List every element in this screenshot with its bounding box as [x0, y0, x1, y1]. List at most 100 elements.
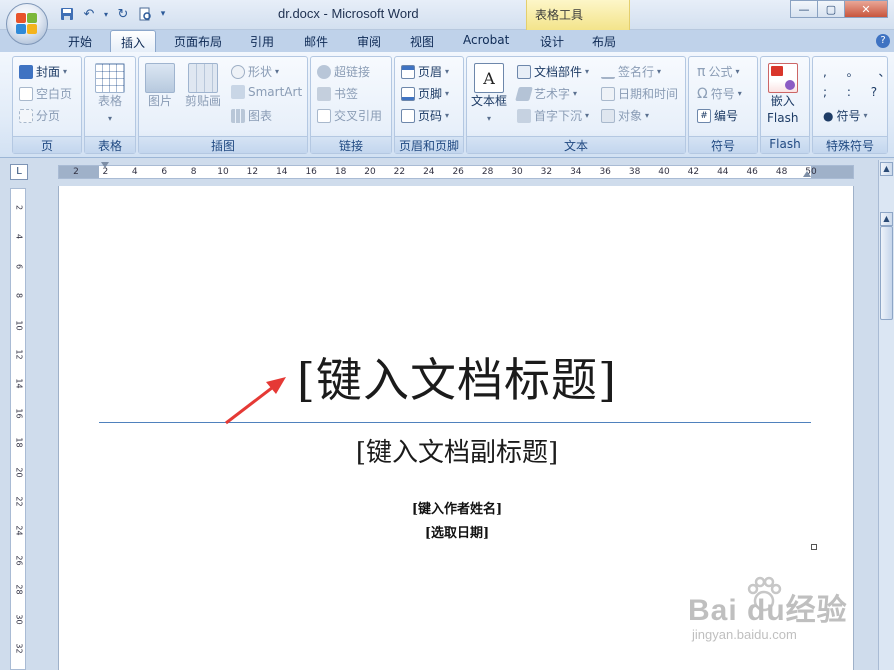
watermark-site-text: jingyan.baidu.com [692, 627, 797, 642]
group-label-pages: 页 [13, 136, 81, 153]
tab-view[interactable]: 视图 [410, 33, 434, 50]
clipart-icon [188, 63, 218, 93]
right-margin-shade [811, 166, 853, 178]
numbering-button[interactable]: # 编号 [697, 107, 738, 124]
scroll-up-arrow-icon[interactable]: ▲ [880, 212, 893, 226]
vertical-ruler-tick-label: 14 [14, 378, 24, 389]
scrollbar-thumb[interactable] [880, 226, 893, 320]
smartart-label: SmartArt [248, 85, 303, 99]
object-button[interactable]: 对象 ▾ [601, 107, 649, 124]
print-preview-icon[interactable] [136, 5, 154, 23]
vertical-ruler[interactable]: 246810121416182022242628303234 [10, 188, 26, 670]
ruler-tick-label: 38 [628, 167, 641, 177]
undo-dropdown-icon[interactable]: ▾ [102, 5, 110, 23]
shapes-button[interactable]: 形状 ▾ [231, 63, 279, 80]
footer-label: 页脚 [418, 87, 443, 101]
page-number-button[interactable]: 页码 ▾ [401, 107, 449, 124]
tab-home[interactable]: 开始 [68, 33, 92, 50]
drop-cap-button[interactable]: 首字下沉 ▾ [517, 107, 589, 124]
tab-review[interactable]: 审阅 [357, 33, 381, 50]
special-chars-row2[interactable]: ; : ? [823, 85, 885, 99]
vertical-scrollbar[interactable]: ▲ ▲ [878, 160, 894, 670]
object-label: 对象 [618, 109, 643, 123]
ribbon-tab-row: 开始 插入 页面布局 引用 邮件 审阅 视图 Acrobat 设计 布局 ? [0, 30, 894, 53]
shapes-icon [231, 64, 245, 79]
table-icon [95, 63, 125, 93]
group-label-text: 文本 [467, 136, 685, 153]
resize-handle[interactable] [811, 544, 817, 550]
bookmark-label: 书签 [334, 87, 359, 101]
page-break-button[interactable]: 分页 [19, 107, 60, 124]
group-label-tables: 表格 [85, 136, 135, 153]
picture-button[interactable]: 图片 [145, 63, 175, 110]
vertical-ruler-tick-label: 6 [14, 263, 24, 269]
save-icon[interactable] [58, 5, 76, 23]
author-name-placeholder[interactable]: [键入作者姓名] [59, 498, 855, 517]
embed-flash-button[interactable]: 嵌入 Flash [767, 63, 798, 127]
symbol-button[interactable]: Ω 符号 ▾ [697, 85, 742, 102]
smartart-button[interactable]: SmartArt [231, 85, 302, 99]
tab-selector-button[interactable]: L [10, 164, 28, 180]
textbox-dropdown-icon: ▾ [487, 114, 492, 123]
customize-toolbar-icon[interactable]: ▾ [158, 5, 168, 23]
pi-icon: π [697, 63, 706, 80]
vertical-ruler-tick-label: 32 [14, 643, 24, 654]
cover-page-button[interactable]: 封面 ▾ [19, 63, 67, 80]
footer-button[interactable]: 页脚 ▾ [401, 85, 449, 102]
ruler-tick-label: 22 [393, 167, 406, 177]
close-button[interactable]: ✕ [844, 0, 888, 18]
tab-insert[interactable]: 插入 [110, 30, 157, 53]
equation-button[interactable]: π 公式 ▾ [697, 63, 739, 80]
textbox-button[interactable]: A 文本框 ▾ [471, 63, 507, 127]
ruler-tick-label: 8 [190, 167, 197, 177]
signature-line-icon [601, 65, 615, 79]
tab-references[interactable]: 引用 [250, 33, 274, 50]
document-subtitle-placeholder[interactable]: [键入文档副标题] [59, 432, 855, 469]
title-divider-line [99, 422, 811, 423]
quick-parts-button[interactable]: 文档部件 ▾ [517, 63, 589, 80]
date-time-button[interactable]: 日期和时间 [601, 85, 678, 102]
cross-reference-label: 交叉引用 [334, 109, 383, 123]
cross-reference-button[interactable]: 交叉引用 [317, 107, 382, 124]
date-picker-placeholder[interactable]: [选取日期] [59, 522, 855, 541]
tab-page-layout[interactable]: 页面布局 [174, 33, 222, 50]
group-symbols: π 公式 ▾ Ω 符号 ▾ # 编号 符号 [688, 56, 758, 154]
group-label-flash: Flash [761, 136, 809, 153]
tab-design[interactable]: 设计 [540, 33, 564, 50]
wordart-button[interactable]: 艺术字 ▾ [515, 85, 577, 102]
chart-button[interactable]: 图表 [231, 107, 272, 124]
special-symbol-button[interactable]: ● 符号 ▾ [823, 107, 868, 124]
vertical-ruler-tick-label: 26 [14, 555, 24, 566]
special-chars-row1[interactable]: , 。 、 [823, 63, 894, 80]
numbering-icon: # [697, 108, 711, 123]
help-icon[interactable]: ? [876, 34, 890, 48]
header-button[interactable]: 页眉 ▾ [401, 63, 449, 80]
window-title: dr.docx - Microsoft Word [278, 6, 419, 21]
bullet-icon: ● [823, 108, 834, 123]
tab-layout[interactable]: 布局 [592, 33, 616, 50]
group-special-symbols: , 。 、 ; : ? ● 符号 ▾ 特殊符号 [812, 56, 890, 154]
clipart-button[interactable]: 剪贴画 [185, 63, 221, 110]
tab-mailings[interactable]: 邮件 [304, 33, 328, 50]
ruler-tick-label: 26 [452, 167, 464, 177]
redo-icon[interactable]: ↻ [114, 5, 132, 23]
document-title-placeholder[interactable]: [键入文档标题] [59, 344, 855, 410]
chart-icon [231, 108, 245, 123]
group-pages: 封面 ▾ 空白页 分页 页 [12, 56, 82, 154]
horizontal-ruler[interactable]: 2 2 4 6 8 10 12 14 16 18 20 22 24 26 28 30 32 34 36 38 40 42 4… [58, 162, 854, 179]
undo-icon[interactable]: ↶ [80, 5, 98, 23]
office-button[interactable] [6, 3, 48, 45]
maximize-button[interactable]: ▢ [817, 0, 845, 18]
indent-marker-icon[interactable] [101, 162, 109, 168]
tab-acrobat[interactable]: Acrobat [463, 33, 509, 47]
minimize-button[interactable]: — [790, 0, 818, 18]
ruler-tick-label: 32 [540, 167, 553, 177]
table-button[interactable]: 表格 ▾ [95, 63, 125, 127]
scroll-up-icon[interactable]: ▲ [880, 162, 893, 176]
signature-line-button[interactable]: 签名行 ▾ [601, 63, 661, 80]
hyperlink-button[interactable]: 超链接 [317, 63, 370, 80]
bookmark-button[interactable]: 书签 [317, 85, 358, 102]
blank-page-button[interactable]: 空白页 [19, 85, 72, 102]
cover-page-label: 封面 [36, 65, 61, 79]
right-indent-marker-icon[interactable] [803, 171, 811, 177]
